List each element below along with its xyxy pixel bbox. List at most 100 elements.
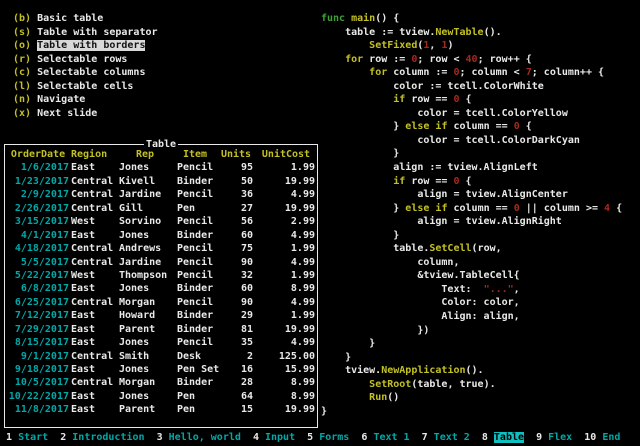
table-cell: Pencil — [177, 336, 223, 349]
slide-number: 5 — [307, 432, 313, 443]
table-cell: Binder — [177, 309, 223, 322]
table-cell: 27 — [219, 202, 253, 215]
table-row: 6/25/2017CentralMorganPencil904.99 — [5, 296, 317, 309]
code-segment: if — [435, 121, 447, 132]
slide-item-end[interactable]: 10 End — [584, 432, 620, 443]
table-cell: Howard — [119, 309, 171, 322]
code-line: } — [321, 229, 622, 243]
table-cell: Binder — [177, 282, 223, 295]
menu-item-basic-table[interactable]: (b) Basic table — [13, 12, 158, 26]
table-cell: Pencil — [177, 161, 223, 174]
menu-shortcut-key: (b) — [13, 13, 31, 24]
table-cell: 4.99 — [257, 188, 315, 201]
slide-item-text-1[interactable]: 6 Text 1 — [361, 432, 409, 443]
code-line: align = tview.AlignRight — [321, 215, 622, 229]
menu-item-selectable-cells[interactable]: (l) Selectable cells — [13, 80, 158, 94]
menu-shortcut-key: (s) — [13, 27, 31, 38]
code-line: Run() — [321, 391, 622, 405]
table-cell: 90 — [219, 296, 253, 309]
slide-number: 9 — [536, 432, 542, 443]
slide-label: Start — [18, 432, 48, 443]
code-segment: () — [387, 392, 399, 403]
code-segment — [321, 379, 369, 390]
table-row: 4/18/2017CentralAndrewsPencil751.99 — [5, 242, 317, 255]
slide-label: End — [602, 432, 620, 443]
code-panel: func main() { table := tview.NewTable().… — [321, 12, 622, 418]
code-segment: (table, true). — [411, 379, 495, 390]
slide-item-hello-world[interactable]: 3 Hello, world — [157, 432, 241, 443]
table-row: 6/8/2017EastJonesBinder608.99 — [5, 282, 317, 295]
code-segment: } — [321, 148, 399, 159]
table-cell: 11/8/2017 — [7, 403, 69, 416]
menu-item-selectable-rows[interactable]: (r) Selectable rows — [13, 53, 158, 67]
menu-item-table-with-separator[interactable]: (s) Table with separator — [13, 26, 158, 40]
table-cell: 32 — [219, 269, 253, 282]
code-segment: SetCell — [429, 243, 471, 254]
table-cell: 125.00 — [257, 350, 315, 363]
slide-item-introduction[interactable]: 2 Introduction — [60, 432, 144, 443]
table-header-cell: Region — [71, 148, 117, 161]
slide-item-flex[interactable]: 9 Flex — [536, 432, 572, 443]
code-line: color = tcell.ColorDarkCyan — [321, 134, 622, 148]
table-cell: East — [71, 282, 117, 295]
slide-item-start[interactable]: 1 Start — [6, 432, 48, 443]
menu-item-navigate[interactable]: (n) Navigate — [13, 93, 158, 107]
menu-item-selectable-columns[interactable]: (c) Selectable columns — [13, 66, 158, 80]
table-cell: Pencil — [177, 242, 223, 255]
menu-item-table-with-borders[interactable]: (o) Table with borders — [13, 39, 158, 53]
table-cell: Sorvino — [119, 215, 171, 228]
code-segment: column := — [387, 67, 453, 78]
table-row: 10/22/2017EastJonesPen648.99 — [5, 390, 317, 403]
table-cell: Central — [71, 175, 117, 188]
slide-item-table[interactable]: 8 Table — [482, 432, 524, 443]
menu-item-next-slide[interactable]: (x) Next slide — [13, 107, 158, 121]
table-cell: Jones — [119, 282, 171, 295]
table-cell: 1.99 — [257, 309, 315, 322]
code-segment: align = tview.AlignRight — [321, 216, 562, 227]
code-line: for column := 0; column < 7; column++ { — [321, 66, 622, 80]
code-segment: || column >= — [520, 203, 604, 214]
table-row: 7/29/2017EastParentBinder8119.99 — [5, 323, 317, 336]
slide-label: Introduction — [72, 432, 144, 443]
table-row: 7/12/2017EastHowardBinder291.99 — [5, 309, 317, 322]
code-segment: } — [321, 203, 405, 214]
code-segment — [321, 176, 393, 187]
table-cell: 8.99 — [257, 376, 315, 389]
slide-label: Text 2 — [434, 432, 470, 443]
table-cell: Smith — [119, 350, 171, 363]
code-segment — [321, 40, 369, 51]
code-line: if row == 0 { — [321, 175, 622, 189]
table-row: 9/1/2017CentralSmithDesk2125.00 — [5, 350, 317, 363]
menu-shortcut-key: (n) — [13, 94, 31, 105]
slide-item-input[interactable]: 4 Input — [253, 432, 295, 443]
code-line: Text: "...", — [321, 283, 622, 297]
table-cell: 7/29/2017 — [7, 323, 69, 336]
table-cell: Jardine — [119, 256, 171, 269]
table-header-cell: OrderDate — [7, 148, 69, 161]
code-segment: } — [321, 230, 399, 241]
code-segment: Run — [369, 392, 387, 403]
code-segment: if — [393, 94, 405, 105]
slide-number: 2 — [60, 432, 66, 443]
table-header-cell: Rep — [119, 148, 171, 161]
code-segment: if — [393, 176, 405, 187]
table-cell: 2/26/2017 — [7, 202, 69, 215]
table-cell: Binder — [177, 229, 223, 242]
table-cell: 29 — [219, 309, 253, 322]
code-segment: row := — [363, 54, 411, 65]
table-cell: 1.99 — [257, 161, 315, 174]
table-cell: Morgan — [119, 376, 171, 389]
table-cell: Pen — [177, 202, 223, 215]
code-segment: NewApplication — [381, 365, 465, 376]
table-cell: 50 — [219, 175, 253, 188]
table-cell: 36 — [219, 188, 253, 201]
slide-item-text-2[interactable]: 7 Text 2 — [422, 432, 470, 443]
slide-number: 3 — [157, 432, 163, 443]
slide-item-forms[interactable]: 5 Forms — [307, 432, 349, 443]
table-cell: Pencil — [177, 215, 223, 228]
table-cell: Binder — [177, 175, 223, 188]
code-segment: for — [369, 67, 387, 78]
menu-item-label: Selectable columns — [37, 67, 145, 78]
code-segment — [321, 54, 345, 65]
code-segment: &tview.TableCell{ — [321, 270, 520, 281]
